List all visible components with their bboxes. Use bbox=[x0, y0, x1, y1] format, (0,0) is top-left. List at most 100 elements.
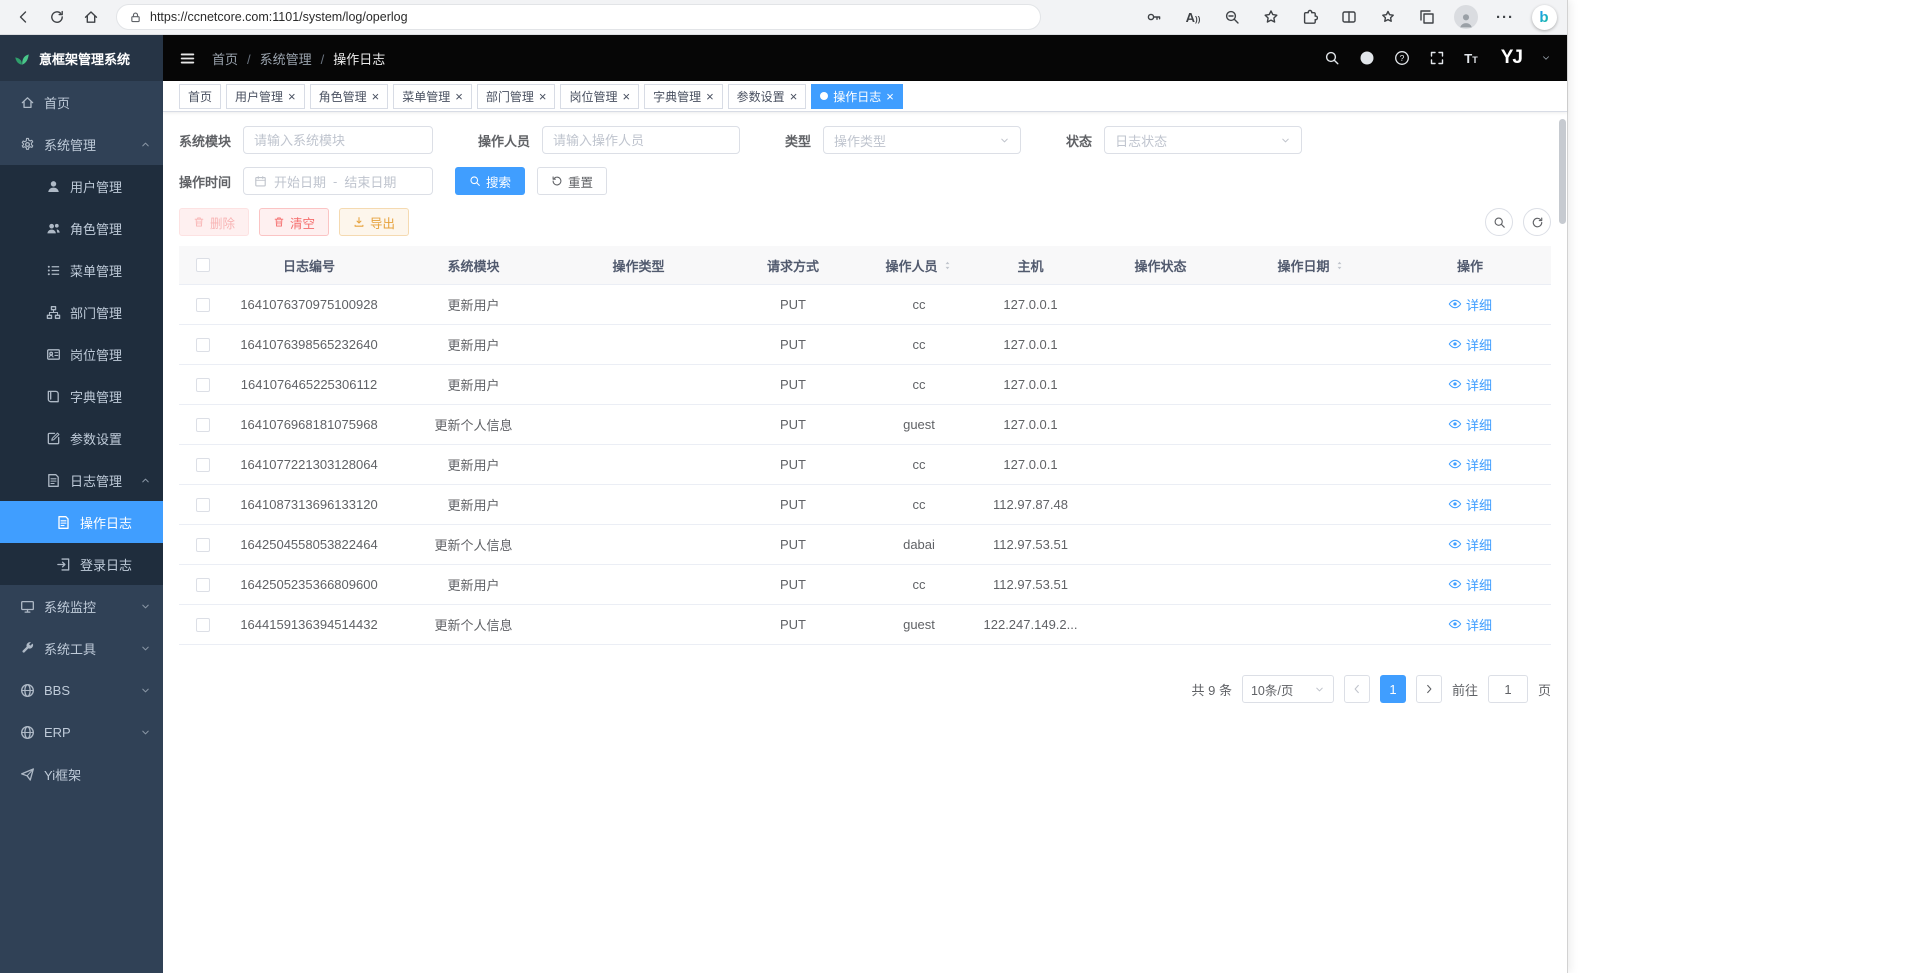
close-icon[interactable]: × bbox=[288, 90, 296, 103]
font-size-icon[interactable]: TT bbox=[1464, 52, 1477, 65]
toggle-search-button[interactable] bbox=[1485, 208, 1513, 236]
sidebar-item[interactable]: ERP bbox=[0, 711, 163, 753]
address-bar[interactable]: https://ccnetcore.com:1101/system/log/op… bbox=[116, 4, 1041, 30]
profile-icon[interactable] bbox=[1451, 3, 1481, 31]
close-icon[interactable]: × bbox=[886, 90, 894, 103]
extensions-icon[interactable] bbox=[1295, 3, 1325, 31]
next-page-button[interactable] bbox=[1416, 675, 1442, 703]
detail-link[interactable]: 详细 bbox=[1448, 575, 1492, 594]
detail-link[interactable]: 详细 bbox=[1448, 375, 1492, 394]
sidebar-item[interactable]: 日志管理 bbox=[0, 459, 163, 501]
scrollbar-thumb[interactable] bbox=[1559, 119, 1566, 224]
user-logo[interactable]: YJ bbox=[1501, 47, 1522, 69]
sidebar-item[interactable]: 登录日志 bbox=[0, 543, 163, 585]
detail-link[interactable]: 详细 bbox=[1448, 615, 1492, 634]
type-select[interactable]: 操作类型 bbox=[823, 126, 1021, 154]
export-button[interactable]: 导出 bbox=[339, 208, 409, 236]
chevron-down-icon[interactable] bbox=[1541, 53, 1551, 63]
column-header[interactable]: 日志编号 bbox=[227, 246, 391, 284]
tab[interactable]: 菜单管理 × bbox=[393, 84, 472, 109]
tab[interactable]: 用户管理 × bbox=[226, 84, 305, 109]
detail-link[interactable]: 详细 bbox=[1448, 455, 1492, 474]
detail-link[interactable]: 详细 bbox=[1448, 535, 1492, 554]
hamburger-icon[interactable] bbox=[179, 50, 196, 67]
goto-page-input[interactable] bbox=[1488, 675, 1528, 703]
question-icon[interactable]: ? bbox=[1394, 50, 1410, 66]
sidebar-item[interactable]: BBS bbox=[0, 669, 163, 711]
key-icon[interactable] bbox=[1139, 3, 1169, 31]
tab[interactable]: 操作日志 × bbox=[811, 84, 903, 109]
row-checkbox[interactable] bbox=[196, 498, 210, 512]
tab[interactable]: 参数设置 × bbox=[728, 84, 807, 109]
sort-caret-icon[interactable] bbox=[1334, 259, 1345, 272]
more-icon[interactable]: ··· bbox=[1490, 3, 1520, 31]
sidebar-item[interactable]: 菜单管理 bbox=[0, 249, 163, 291]
column-header[interactable]: 操作 bbox=[1389, 246, 1551, 284]
row-checkbox[interactable] bbox=[196, 378, 210, 392]
tab[interactable]: 角色管理 × bbox=[310, 84, 389, 109]
close-icon[interactable]: × bbox=[539, 90, 547, 103]
column-header[interactable]: 操作状态 bbox=[1088, 246, 1233, 284]
reset-button[interactable]: 重置 bbox=[537, 167, 607, 195]
close-icon[interactable]: × bbox=[790, 90, 798, 103]
date-range-picker[interactable]: 开始日期 - 结束日期 bbox=[243, 167, 433, 195]
breadcrumb-item[interactable]: 首页 bbox=[212, 49, 238, 68]
page-number-button[interactable]: 1 bbox=[1380, 675, 1406, 703]
column-header[interactable]: 系统模块 bbox=[391, 246, 556, 284]
back-icon[interactable] bbox=[8, 3, 38, 31]
sidebar-item[interactable]: 首页 bbox=[0, 81, 163, 123]
sidebar-item[interactable]: 部门管理 bbox=[0, 291, 163, 333]
close-icon[interactable]: × bbox=[622, 90, 630, 103]
row-checkbox[interactable] bbox=[196, 578, 210, 592]
column-header[interactable]: 主机 bbox=[973, 246, 1088, 284]
breadcrumb-item[interactable]: 操作日志 bbox=[312, 49, 386, 68]
fullscreen-icon[interactable] bbox=[1429, 50, 1445, 66]
close-icon[interactable]: × bbox=[706, 90, 714, 103]
detail-link[interactable]: 详细 bbox=[1448, 335, 1492, 354]
favorites-icon[interactable] bbox=[1373, 3, 1403, 31]
row-checkbox[interactable] bbox=[196, 618, 210, 632]
bing-sidebar-icon[interactable]: b bbox=[1529, 3, 1559, 31]
status-select[interactable]: 日志状态 bbox=[1104, 126, 1302, 154]
select-all-checkbox[interactable] bbox=[196, 258, 210, 272]
sidebar-item[interactable]: 系统管理 bbox=[0, 123, 163, 165]
row-checkbox[interactable] bbox=[196, 418, 210, 432]
breadcrumb-item[interactable]: 系统管理 bbox=[238, 49, 312, 68]
tab[interactable]: 岗位管理 × bbox=[560, 84, 639, 109]
column-header[interactable]: 操作人员 bbox=[865, 246, 973, 284]
tab[interactable]: 部门管理 × bbox=[477, 84, 556, 109]
sidebar-item[interactable]: Yi框架 bbox=[0, 753, 163, 795]
sidebar-item[interactable]: 岗位管理 bbox=[0, 333, 163, 375]
split-screen-icon[interactable] bbox=[1334, 3, 1364, 31]
detail-link[interactable]: 详细 bbox=[1448, 295, 1492, 314]
module-input[interactable] bbox=[243, 126, 433, 154]
sidebar-item[interactable]: 操作日志 bbox=[0, 501, 163, 543]
magnifier-icon[interactable] bbox=[1324, 50, 1340, 66]
row-checkbox[interactable] bbox=[196, 338, 210, 352]
sidebar-item[interactable]: 角色管理 bbox=[0, 207, 163, 249]
search-button[interactable]: 搜索 bbox=[455, 167, 525, 195]
collections-icon[interactable] bbox=[1412, 3, 1442, 31]
detail-link[interactable]: 详细 bbox=[1448, 495, 1492, 514]
favorite-add-icon[interactable] bbox=[1256, 3, 1286, 31]
home-icon[interactable] bbox=[76, 3, 106, 31]
detail-link[interactable]: 详细 bbox=[1448, 415, 1492, 434]
operator-input[interactable] bbox=[542, 126, 740, 154]
column-header[interactable]: 操作日期 bbox=[1233, 246, 1389, 284]
sidebar-item[interactable]: 系统监控 bbox=[0, 585, 163, 627]
refresh-icon[interactable] bbox=[42, 3, 72, 31]
delete-button[interactable]: 删除 bbox=[179, 208, 249, 236]
refresh-table-button[interactable] bbox=[1523, 208, 1551, 236]
row-checkbox[interactable] bbox=[196, 538, 210, 552]
close-icon[interactable]: × bbox=[455, 90, 463, 103]
prev-page-button[interactable] bbox=[1344, 675, 1370, 703]
row-checkbox[interactable] bbox=[196, 298, 210, 312]
read-aloud-icon[interactable]: A)) bbox=[1178, 3, 1208, 31]
clear-button[interactable]: 清空 bbox=[259, 208, 329, 236]
sort-caret-icon[interactable] bbox=[942, 259, 953, 272]
scrollbar[interactable] bbox=[1559, 71, 1566, 972]
tab[interactable]: 首页 bbox=[179, 84, 221, 109]
page-size-select[interactable]: 10条/页 bbox=[1242, 675, 1334, 703]
sidebar-item[interactable]: 字典管理 bbox=[0, 375, 163, 417]
sidebar-item[interactable]: 用户管理 bbox=[0, 165, 163, 207]
